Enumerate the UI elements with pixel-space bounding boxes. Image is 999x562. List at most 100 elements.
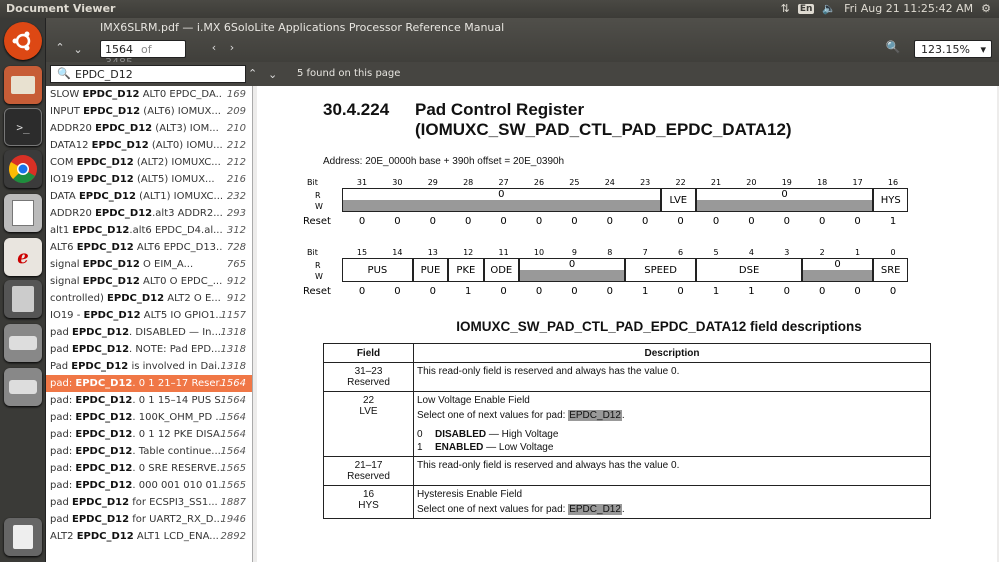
current-page[interactable]: 1564 [105,43,133,56]
search-result-item[interactable]: IO19 - EPDC_D12 ALT5 IO GPIO1... 1157 [46,307,252,324]
bit-number: 30 [392,178,403,187]
result-snippet: pad: EPDC_D12. 0 1 15–14 PUS S... [50,395,222,406]
field-name: HYS [358,500,379,511]
keyboard-layout-indicator[interactable]: En [797,3,815,14]
search-result-item[interactable]: ALT6 EPDC_D12 ALT6 EPDC_D13... 728 [46,239,252,256]
bit-number: 28 [463,178,474,187]
next-page-button[interactable]: ⌃ [70,41,86,55]
terminal-icon[interactable]: >_ [4,108,42,146]
files-icon[interactable] [4,66,42,104]
search-highlight: EPDC_D12 [568,504,622,515]
top-panel: Document Viewer ⇅ En 🔈 Fri Aug 21 11:25:… [0,0,999,18]
zoom-select[interactable]: 123.15% ▾ [914,40,992,58]
reset-value: 1 [748,286,755,297]
search-result-item[interactable]: pad: EPDC_D12. 0 1 21–17 Reser... 1564 [46,375,252,392]
field-desc-text: Select one of next values for pad: [417,504,569,515]
search-result-item[interactable]: pad: EPDC_D12. 100K_OHM_PD ... 1564 [46,409,252,426]
chrome-icon[interactable] [4,150,42,188]
bit-label: Bit [307,178,318,187]
reset-value: 0 [819,286,826,297]
section-heading: 30.4.224 Pad Control Register (IOMUXC_SW_… [323,100,792,140]
search-result-item[interactable]: Pad EPDC_D12 is involved in Dai... 1318 [46,358,252,375]
value-code: 1 [417,442,423,453]
reset-value: 0 [748,216,755,227]
field-label: PUS [367,264,388,276]
search-result-item[interactable]: pad EPDC_D12. DISABLED — In... 1318 [46,324,252,341]
search-result-item[interactable]: pad: EPDC_D12. 0 SRE RESERVE... 1565 [46,460,252,477]
trash-icon[interactable] [4,518,42,556]
prev-page-button[interactable]: ⌃ [52,41,68,55]
result-page-number: 728 [226,242,246,253]
text-editor-icon[interactable] [4,194,42,232]
bit-number: 25 [569,178,580,187]
search-result-item[interactable]: pad: EPDC_D12. 0 1 12 PKE DISA... 1564 [46,426,252,443]
search-result-item[interactable]: DATA EPDC_D12 (ALT1) IOMUXC... 232 [46,188,252,205]
history-forward-button[interactable]: › [224,41,240,55]
search-result-item[interactable]: pad: EPDC_D12. Table continue... 1564 [46,443,252,460]
search-icon: 🔍 [57,67,71,80]
search-result-item[interactable]: SLOW EPDC_D12 ALT0 EPDC_DA... 169 [46,86,252,103]
drive-1-icon[interactable] [4,324,42,362]
settings-gear-icon[interactable]: ⚙ [981,2,991,15]
table-row: 21–17 Reserved This read-only field is re… [323,456,931,486]
search-result-item[interactable]: alt1 EPDC_D12.alt6 EPDC_D4.al... 312 [46,222,252,239]
reset-value: 1 [712,286,720,297]
register-field: PUE [412,258,449,282]
search-result-item[interactable]: signal EPDC_D12 O EIM_A... 765 [46,256,252,273]
search-result-item[interactable]: pad EPDC_D12. NOTE: Pad EPD... 1318 [46,341,252,358]
network-icon[interactable]: ⇅ [781,2,790,15]
reset-value: 0 [535,216,543,227]
volume-icon[interactable]: 🔈 [822,2,836,15]
drive-2-icon[interactable] [4,368,42,406]
search-result-item[interactable]: signal EPDC_D12 ALT0 O EPDC_... 912 [46,273,252,290]
search-result-item[interactable]: ADDR20 EPDC_D12 (ALT3) IOM... 210 [46,120,252,137]
field-label: PKE [456,264,476,276]
search-result-item[interactable]: ALT2 EPDC_D12 ALT1 LCD_ENA... 2892 [46,528,252,545]
history-back-button[interactable]: ‹ [206,41,222,55]
clock[interactable]: Fri Aug 21 11:25:42 AM [844,2,973,15]
result-snippet: signal EPDC_D12 ALT0 O EPDC_... [50,276,222,287]
search-result-item[interactable]: pad: EPDC_D12. 0 1 15–14 PUS S... 1564 [46,392,252,409]
find-input[interactable]: 🔍 EPDC_D12 [50,65,246,83]
search-result-item[interactable]: INPUT EPDC_D12 (ALT6) IOMUX... 209 [46,103,252,120]
ubuntu-dash-icon[interactable] [4,22,42,60]
bit-number: 21 [710,178,722,187]
document-viewer-icon[interactable]: ℯ [4,238,42,276]
calculator-icon[interactable] [4,280,42,318]
search-result-item[interactable]: pad: EPDC_D12. 000 001 010 01... 1565 [46,477,252,494]
result-snippet: SLOW EPDC_D12 ALT0 EPDC_DA... [50,89,222,100]
search-result-item[interactable]: pad EPDC_D12 for UART2_RX_D... 1946 [46,511,252,528]
search-icon[interactable]: 🔍 [882,40,904,58]
register-diagram-high: Bit R W Reset 31 30 29 28 27 26 25 24 23 22 21 20 19 18 17… [303,178,933,238]
bit-label: Bit [307,248,318,257]
reset-value: 0 [571,216,578,227]
search-result-item[interactable]: pad EPDC_D12 for ECSPI3_SS1... 1887 [46,494,252,511]
find-status: 5 found on this page [297,68,401,79]
reset-value: 0 [783,216,790,227]
search-highlight: EPDC_D12 [568,410,622,421]
search-result-item[interactable]: IO19 EPDC_D12 (ALT5) IOMUX... 216 [46,171,252,188]
reset-value: 0 [429,216,436,227]
table-row: 31–23 Reserved This read-only field is re… [323,362,931,392]
write-label: W [315,202,323,211]
find-bar: 🔍 EPDC_D12 ⌃ ⌃ 5 found on this page [46,62,999,86]
register-field: 0 [802,258,873,282]
value-name: DISABLED [435,429,487,440]
result-snippet: pad: EPDC_D12. 100K_OHM_PD ... [50,412,222,423]
find-previous-button[interactable]: ⌃ [248,67,257,80]
reset-value: 1 [889,216,897,227]
bit-number: 1 [855,248,861,257]
bit-number: 9 [571,248,577,257]
search-result-item[interactable]: ADDR20 EPDC_D12.alt3 ADDR2... 293 [46,205,252,222]
field-label: SRE [880,264,901,276]
find-next-button[interactable]: ⌃ [268,67,277,80]
document-view[interactable]: 30.4.224 Pad Control Register (IOMUXC_SW_… [253,86,999,562]
search-result-item[interactable]: DATA12 EPDC_D12 (ALT0) IOMU... 212 [46,137,252,154]
search-result-item[interactable]: controlled) EPDC_D12 ALT2 O E... 912 [46,290,252,307]
find-query[interactable]: EPDC_D12 [75,68,133,81]
header-description: Description [413,343,931,363]
search-result-item[interactable]: COM EPDC_D12 (ALT2) IOMUXC... 212 [46,154,252,171]
field-desc: This read-only field is reserved and alw… [417,366,680,377]
page-number-field[interactable]: 1564of 3485 [100,40,186,69]
bit-number: 12 [463,248,474,257]
